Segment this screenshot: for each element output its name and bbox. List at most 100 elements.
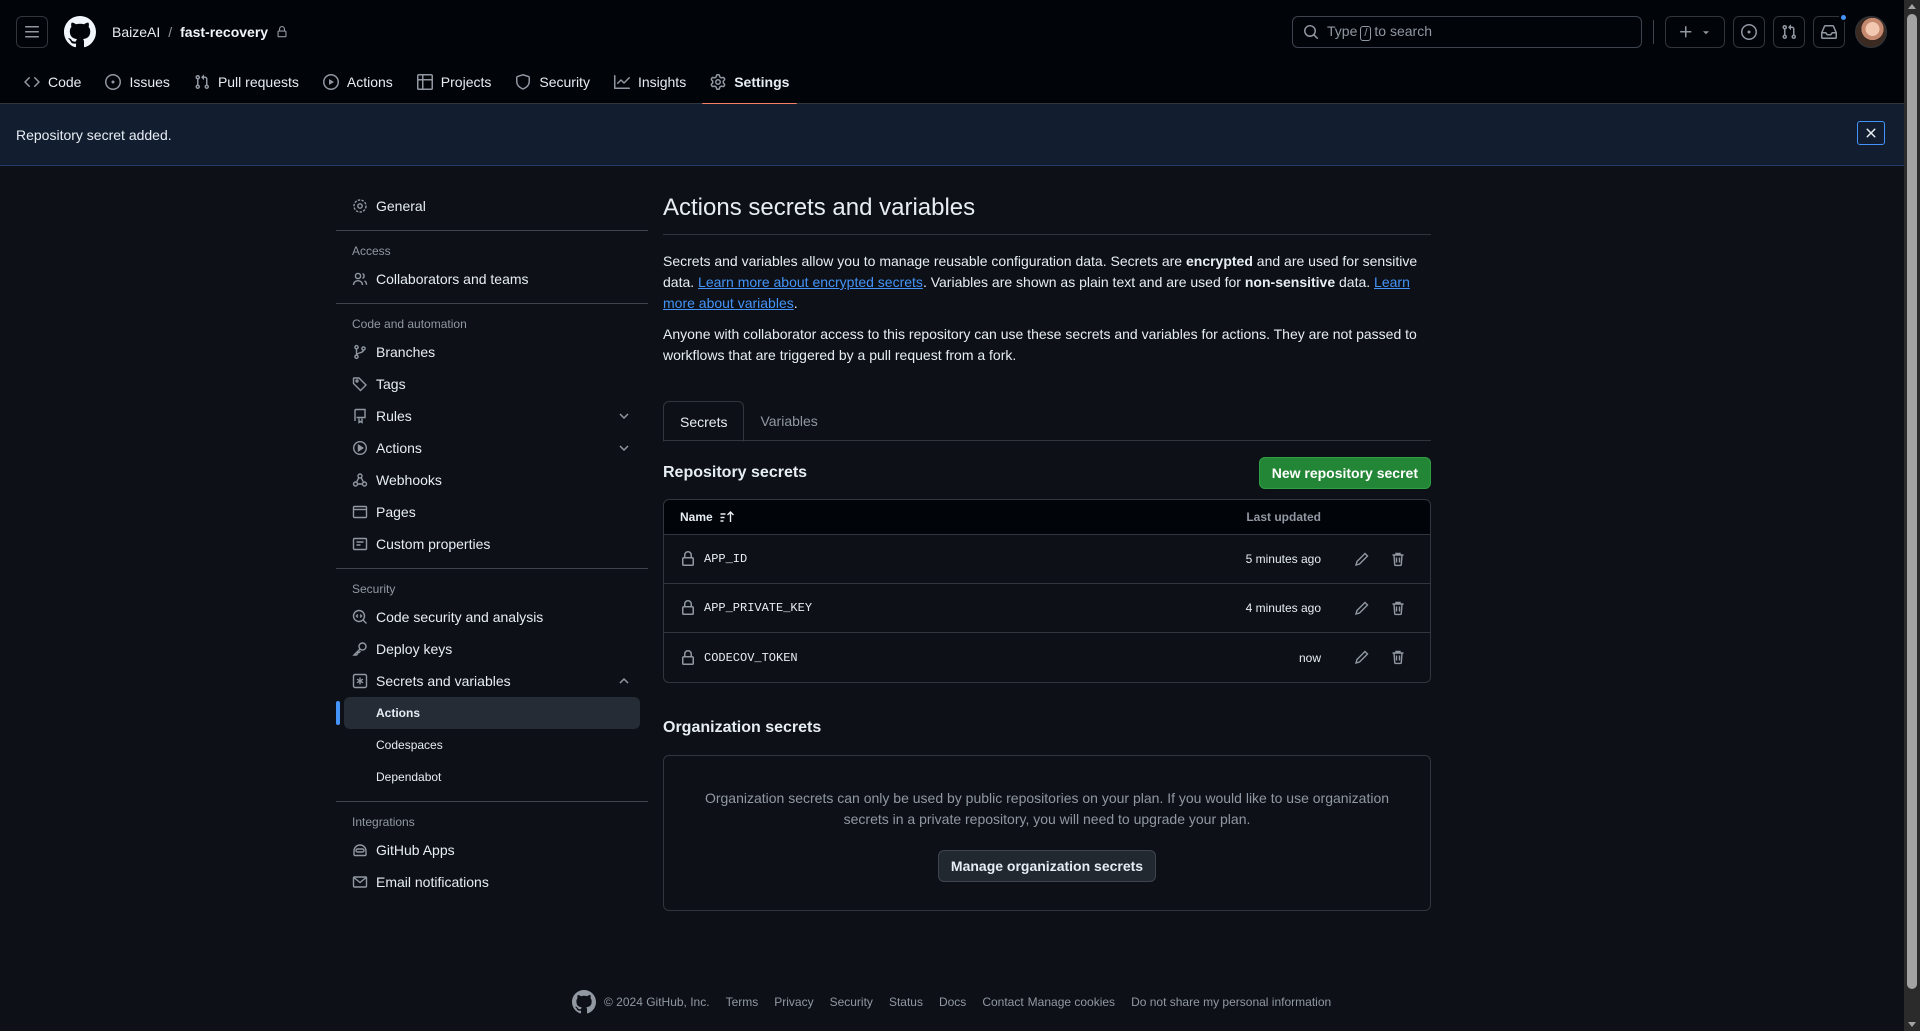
footer-link-security[interactable]: Security [830, 995, 873, 1009]
sidebar-item-email-notifications[interactable]: Email notifications [336, 866, 648, 898]
sidebar-item-code-security[interactable]: Code security and analysis [336, 601, 648, 633]
tab-label: Settings [734, 74, 790, 90]
codescan-icon [352, 609, 367, 624]
github-logo-icon[interactable] [572, 990, 596, 1014]
trash-icon[interactable] [1390, 551, 1406, 567]
sidebar-item-label: Email notifications [376, 874, 489, 890]
tab-label: Insights [637, 74, 687, 90]
search-input[interactable]: Type / to search [1292, 16, 1642, 48]
trash-icon[interactable] [1390, 600, 1406, 616]
sidebar-item-label: Branches [376, 344, 436, 360]
pencil-icon[interactable] [1354, 551, 1370, 567]
scroll-up-arrow-icon[interactable] [1908, 4, 1916, 9]
sidebar-item-label: Secrets and variables [376, 673, 511, 689]
sidebar-item-label: GitHub Apps [376, 842, 455, 858]
pencil-icon[interactable] [1354, 649, 1370, 665]
github-logo-icon[interactable] [64, 16, 96, 48]
table-header: Name Last updated [664, 500, 1430, 535]
sidebar-item-branches[interactable]: Branches [336, 336, 648, 368]
trash-icon[interactable] [1390, 649, 1406, 665]
sidebar-item-label: Tags [376, 376, 406, 392]
sidebar-item-label: Deploy keys [376, 641, 453, 657]
sort-asc-icon[interactable] [719, 509, 735, 525]
breadcrumb-owner-link[interactable]: BaizeAI [112, 24, 160, 40]
code-icon [24, 76, 40, 88]
table-row: CODECOV_TOKEN now [664, 633, 1430, 682]
sidebar-subitem-dependabot[interactable]: Dependabot [336, 761, 648, 793]
sidebar-item-label: Collaborators and teams [376, 271, 529, 287]
tab-projects[interactable]: Projects [409, 60, 500, 104]
tab-variables[interactable]: Variables [744, 401, 833, 441]
avatar[interactable] [1855, 16, 1887, 48]
create-new-button[interactable] [1665, 16, 1725, 48]
sidebar-item-pages[interactable]: Pages [336, 496, 648, 528]
sidebar-item-label: Code security and analysis [376, 609, 544, 625]
sidebar-item-tags[interactable]: Tags [336, 368, 648, 400]
sidebar-item-label: Codespaces [376, 738, 443, 752]
tab-issues[interactable]: Issues [97, 60, 177, 104]
sidebar-item-webhooks[interactable]: Webhooks [336, 464, 648, 496]
table-row: APP_PRIVATE_KEY 4 minutes ago [664, 584, 1430, 633]
breadcrumb: BaizeAI / fast-recovery [112, 22, 288, 42]
sidebar-item-label: Actions [376, 706, 421, 720]
sidebar-item-actions[interactable]: Actions [336, 432, 648, 464]
git-pull-request-icon [195, 74, 209, 90]
sidebar-item-collaborators[interactable]: Collaborators and teams [336, 263, 648, 295]
sidebar-item-rules[interactable]: Rules [336, 400, 648, 432]
secret-last-updated: 4 minutes ago [1245, 601, 1321, 615]
git-pull-request-icon [1782, 24, 1797, 40]
tab-insights[interactable]: Insights [606, 60, 694, 104]
footer-link-docs[interactable]: Docs [939, 995, 966, 1009]
menu-button[interactable] [16, 16, 48, 48]
sidebar-divider [336, 568, 648, 569]
tab-code[interactable]: Code [16, 60, 89, 104]
sidebar-item-secrets-and-variables[interactable]: Secrets and variables [336, 665, 648, 697]
sidebar-item-github-apps[interactable]: GitHub Apps [336, 834, 648, 866]
sidebar-item-label: Actions [376, 440, 422, 456]
flash-close-button[interactable] [1857, 121, 1885, 145]
footer-link-manage-cookies[interactable]: Manage cookies [1028, 995, 1115, 1009]
sidebar-item-general[interactable]: General [336, 190, 648, 222]
new-repository-secret-button[interactable]: New repository secret [1258, 457, 1431, 489]
chevron-down-icon[interactable] [616, 408, 632, 424]
footer-link-terms[interactable]: Terms [726, 995, 759, 1009]
breadcrumb-repo-link[interactable]: fast-recovery [180, 24, 268, 40]
lock-icon [682, 649, 694, 665]
scroll-down-arrow-icon[interactable] [1908, 1022, 1916, 1027]
tag-icon [352, 377, 367, 392]
footer-link-contact[interactable]: Contact [982, 995, 1023, 1009]
tab-settings[interactable]: Settings [702, 60, 798, 105]
header-divider [1653, 20, 1654, 44]
footer-link-status[interactable]: Status [889, 995, 923, 1009]
footer: © 2024 GitHub, Inc. Terms Privacy Securi… [572, 990, 1331, 1014]
shield-icon [516, 74, 531, 90]
sidebar-item-deploy-keys[interactable]: Deploy keys [336, 633, 648, 665]
lock-icon [277, 26, 287, 38]
chevron-up-icon[interactable] [616, 673, 632, 689]
tab-actions[interactable]: Actions [315, 60, 401, 104]
scroll-thumb[interactable] [1907, 14, 1917, 989]
tab-label: Actions [346, 74, 393, 90]
tab-secrets[interactable]: Secrets [663, 401, 745, 442]
repo-header: BaizeAI / fast-recovery Type / to search C… [0, 0, 1904, 105]
tab-label: Issues [129, 74, 170, 90]
sidebar-subitem-actions[interactable]: Actions [336, 697, 640, 729]
people-icon [352, 272, 368, 286]
issues-button[interactable] [1733, 16, 1765, 48]
sidebar-divider [336, 230, 648, 231]
sidebar-item-custom-properties[interactable]: Custom properties [336, 528, 648, 560]
learn-encrypted-secrets-link[interactable]: Learn more about encrypted secrets [698, 274, 923, 290]
secret-name: CODECOV_TOKEN [704, 650, 798, 665]
inbox-button[interactable] [1813, 13, 1848, 48]
page-scrollbar[interactable] [1904, 0, 1920, 1031]
pencil-icon[interactable] [1354, 600, 1370, 616]
footer-link-do-not-share[interactable]: Do not share my personal information [1131, 995, 1331, 1009]
tab-security[interactable]: Security [507, 60, 598, 104]
chevron-down-icon[interactable] [616, 440, 632, 456]
sidebar-subitem-codespaces[interactable]: Codespaces [336, 729, 648, 761]
footer-link-privacy[interactable]: Privacy [774, 995, 813, 1009]
manage-organization-secrets-button[interactable]: Manage organization secrets [937, 850, 1157, 882]
pull-requests-button[interactable] [1773, 16, 1805, 48]
tab-pull-requests[interactable]: Pull requests [186, 60, 307, 104]
table-icon [416, 74, 433, 90]
